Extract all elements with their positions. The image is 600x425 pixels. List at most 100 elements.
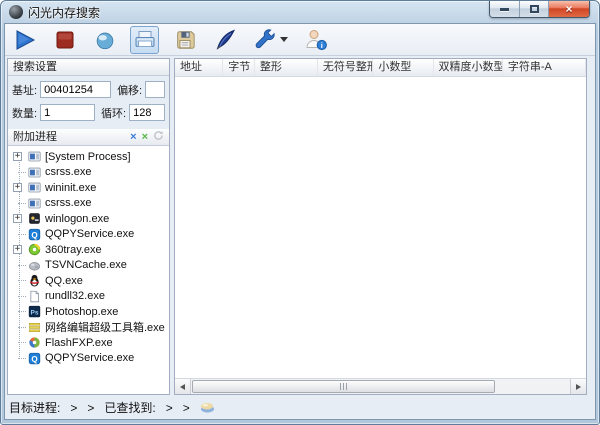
base-address-label: 基址:: [12, 82, 37, 98]
process-name: QQPYService.exe: [45, 228, 134, 240]
svg-text:i: i: [320, 41, 322, 50]
svg-text:Ps: Ps: [30, 310, 38, 317]
base-address-input[interactable]: [40, 81, 111, 98]
offset-label: 偏移:: [117, 82, 142, 98]
tree-connector: [8, 265, 27, 266]
expand-plus-icon[interactable]: +: [13, 183, 22, 192]
start-button[interactable]: [10, 26, 39, 54]
column-header[interactable]: 地址: [175, 59, 223, 76]
offset-input[interactable]: [145, 81, 165, 98]
scroll-right-button[interactable]: [570, 379, 586, 394]
process-name: FlashFXP.exe: [45, 337, 113, 349]
client-area: i 搜索设置 基址: 偏移: 数量: 循环:: [4, 23, 596, 420]
save-button[interactable]: [170, 26, 199, 54]
window-controls: ×: [489, 1, 590, 18]
process-item[interactable]: FlashFXP.exe: [8, 335, 169, 351]
process-item[interactable]: + winlogon.exe: [8, 211, 169, 227]
process-panel-title: 附加进程: [13, 129, 57, 145]
table-body: [175, 77, 586, 378]
column-header[interactable]: 字符串-A: [503, 59, 586, 76]
dropdown-arrow-icon[interactable]: [280, 37, 288, 42]
process-name: rundll32.exe: [45, 290, 105, 302]
process-name: 360tray.exe: [45, 244, 102, 256]
target-process-sep1: >: [70, 401, 77, 415]
scrollbar-thumb[interactable]: [192, 380, 495, 393]
tree-connector: +: [8, 214, 27, 223]
toolbar: i: [5, 24, 595, 56]
process-item[interactable]: + [System Process]: [8, 149, 169, 165]
process-name: winlogon.exe: [45, 213, 109, 225]
edit-button[interactable]: [210, 26, 239, 54]
scroll-left-icon: [180, 384, 185, 390]
target-process-sep2: >: [87, 401, 94, 415]
horizontal-scrollbar[interactable]: [175, 378, 586, 394]
titlebar[interactable]: 闪光内存搜索 ×: [1, 1, 599, 23]
process-item[interactable]: csrss.exe: [8, 196, 169, 212]
minimize-button[interactable]: [490, 1, 519, 17]
status-bar: 目标进程: > > 已查找到: > >: [9, 397, 591, 418]
tree-connector: [8, 311, 27, 312]
form-row-2: 数量: 循环:: [12, 103, 165, 122]
close-button[interactable]: ×: [548, 1, 589, 17]
svg-text:Q: Q: [31, 231, 37, 240]
window-title: 闪光内存搜索: [28, 4, 100, 21]
loop-input[interactable]: [129, 104, 165, 121]
expand-plus-icon[interactable]: +: [13, 152, 22, 161]
print-button[interactable]: [130, 26, 159, 54]
count-input[interactable]: [40, 104, 95, 121]
qq-pinyin-icon: Q: [27, 227, 41, 241]
found-count-label: 已查找到:: [104, 399, 155, 416]
winlogon-icon: [27, 212, 41, 226]
process-item[interactable]: PsPhotoshop.exe: [8, 304, 169, 320]
tools-button[interactable]: [250, 26, 290, 54]
process-item[interactable]: rundll32.exe: [8, 289, 169, 305]
scroll-left-button[interactable]: [175, 379, 191, 394]
scrollbar-track[interactable]: [191, 379, 570, 394]
tree-connector: [8, 234, 27, 235]
tree-connector: +: [8, 183, 27, 192]
about-button[interactable]: i: [301, 26, 330, 54]
column-header[interactable]: 小数型: [373, 59, 433, 76]
toolbox-icon: [27, 320, 41, 334]
process-item[interactable]: csrss.exe: [8, 165, 169, 181]
process-name: [System Process]: [45, 151, 131, 163]
column-header[interactable]: 双精度小数型: [434, 59, 503, 76]
expand-all-icon[interactable]: ×: [130, 132, 136, 143]
column-header[interactable]: 无符号整形: [318, 59, 374, 76]
refresh-icon[interactable]: [153, 130, 164, 144]
360-icon: [27, 243, 41, 257]
qq-pinyin-icon: Q: [27, 351, 41, 365]
process-item[interactable]: TSVNCache.exe: [8, 258, 169, 274]
process-tree: + [System Process] csrss.exe+wininit.execs…: [8, 146, 169, 394]
process-item[interactable]: +360tray.exe: [8, 242, 169, 258]
qq-icon: [27, 274, 41, 288]
process-item[interactable]: +wininit.exe: [8, 180, 169, 196]
column-header[interactable]: 字节: [223, 59, 255, 76]
target-process-label: 目标进程:: [9, 399, 60, 416]
flashfxp-icon: [27, 336, 41, 350]
process-item[interactable]: Q QQPYService.exe: [8, 227, 169, 243]
app-icon: [9, 5, 23, 19]
process-name: 网络编辑超级工具箱.exe: [45, 319, 165, 335]
user-info-icon: i: [304, 28, 328, 52]
search-settings-form: 基址: 偏移: 数量: 循环:: [8, 76, 169, 129]
process-item[interactable]: 网络编辑超级工具箱.exe: [8, 320, 169, 336]
column-header[interactable]: 整形: [255, 59, 318, 76]
tree-connector: [8, 358, 27, 359]
collapse-all-icon[interactable]: ×: [142, 132, 148, 143]
wrench-icon: [253, 28, 277, 52]
process-item[interactable]: QQ.exe: [8, 273, 169, 289]
expand-plus-icon[interactable]: +: [13, 214, 22, 223]
minimize-icon: [500, 8, 509, 11]
maximize-button[interactable]: [519, 1, 548, 17]
process-item[interactable]: QQQPYService.exe: [8, 351, 169, 367]
tree-connector: [8, 172, 27, 173]
stop-button[interactable]: [50, 26, 79, 54]
expand-plus-icon[interactable]: +: [13, 245, 22, 254]
found-sep1: >: [166, 401, 173, 415]
scan-button[interactable]: [90, 26, 119, 54]
floppy-icon: [174, 29, 196, 51]
search-settings-header: 搜索设置: [8, 59, 169, 76]
results-table: 地址字节整形无符号整形小数型双精度小数型字符串-A: [174, 58, 587, 395]
loop-label: 循环:: [101, 105, 126, 121]
